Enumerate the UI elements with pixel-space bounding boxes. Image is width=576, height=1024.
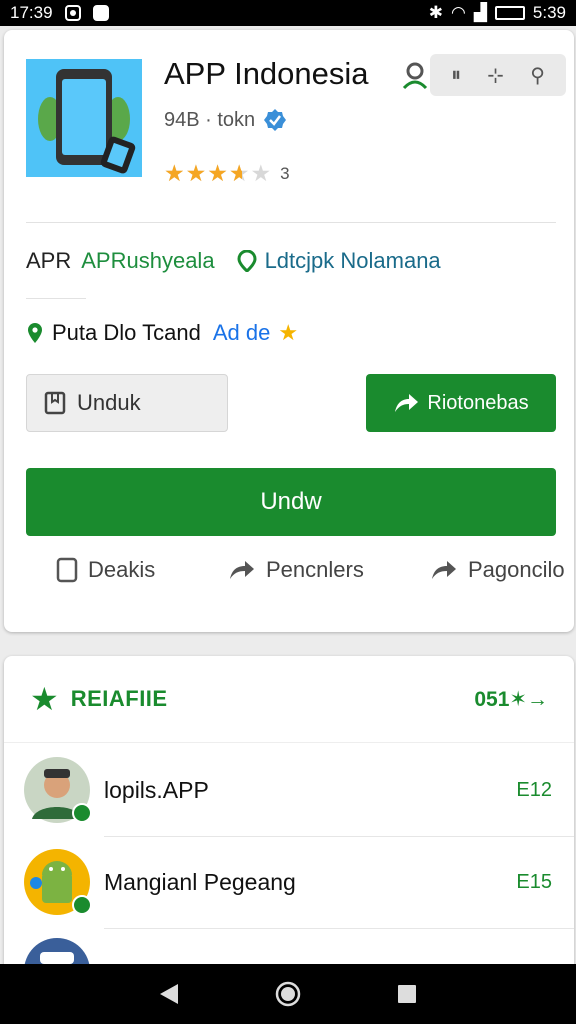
play-badge-icon [72,803,92,823]
publisher-text: Puta Dlo Tcand [52,320,201,345]
rating-stars: ★★★★★ ★★★★★ [164,160,273,186]
divider [26,222,556,223]
install-button[interactable]: Undw [26,468,556,536]
navigation-bar [0,964,576,1024]
related-title: REIAFIIE [70,686,168,711]
action-label: Pagoncilo [468,557,565,582]
notification-icon [64,5,81,21]
install-button-label: Undw [260,488,322,515]
action-wishlist[interactable]: Deakis [56,557,155,583]
action-share[interactable]: Pencnlers [228,557,364,583]
adjust-icon[interactable]: ⊹ [487,63,504,88]
share-button[interactable]: Riotonebas [366,374,556,432]
verified-icon [264,109,287,131]
share-icon [432,561,456,579]
developer-icon [402,62,428,90]
publisher-link[interactable]: Ad de [213,320,271,346]
toolbar-pill: ⏸ ⊹ ⚲ [430,54,566,96]
category-value[interactable]: APRushyeala [81,248,214,274]
location-pin-icon [237,250,257,272]
list-item-value: E12 [516,778,552,801]
rating: ★★★★★ ★★★★★ 3 [164,162,290,185]
list-item-name: lopils.APP [104,776,209,803]
info-line-category: APR APRushyeala Ldtcjpk Nolamana [26,248,441,274]
recents-icon[interactable] [396,983,418,1005]
star-icon: ★ [30,681,59,717]
avatar [24,757,92,823]
info-line-publisher: Puta Dlo Tcand Ad de ★ [26,320,298,346]
app-title: APP Indonesia [164,56,369,91]
location-text: Ldtcjpk Nolamana [264,248,441,273]
status-clock: 5:39 [532,3,566,22]
related-apps-card: ★ REIAFIIE 051✶→ lopils.APP E12 Mangianl… [4,656,574,976]
bookmark-icon [44,391,66,415]
user-search-icon[interactable]: ⚲ [530,63,545,88]
status-bar: 17:39 ✱ ◠ ▟ 5:39 [0,0,576,26]
star-icon: ★ [278,320,299,345]
app-icon[interactable] [26,59,142,177]
app-details-card: APP Indonesia ⏸ ⊹ ⚲ 94B · tokn ★★★★★ ★★★… [4,30,574,632]
image-notification-icon [92,5,109,21]
list-item-name: Mangianl Pegeang [104,868,296,895]
divider-short [26,298,86,299]
pause-icon[interactable]: ⏸ [451,64,461,87]
action-forward[interactable]: Pagoncilo [430,557,565,583]
bookmark-outline-icon [56,557,78,583]
play-badge-icon [72,895,92,915]
download-button-label: Unduk [77,390,141,415]
pin-icon [28,323,42,343]
see-more-count: 051 [474,687,510,711]
back-icon[interactable] [158,982,180,1006]
share-button-label: Riotonebas [427,391,529,414]
see-more-link[interactable]: 051✶→ [474,687,548,712]
location-link[interactable]: Ldtcjpk Nolamana [237,248,441,274]
divider [4,742,574,743]
rating-count: 3 [280,163,290,183]
signal-icon: ▟ [473,3,487,22]
wifi-icon: ◠ [450,3,466,22]
download-button[interactable]: Unduk [26,374,228,432]
action-label: Pencnlers [266,557,364,582]
arrow-right-icon: ✶→ [509,687,548,711]
list-item[interactable]: Mangianl Pegeang E15 [4,836,574,928]
home-icon[interactable] [275,981,301,1007]
app-meta-text: 94B · tokn [164,108,256,131]
category-label: APR [26,248,72,273]
list-item-value: E15 [516,870,552,893]
action-label: Deakis [88,557,156,582]
app-meta: 94B · tokn [164,108,287,132]
battery-icon [494,6,525,20]
avatar [24,849,92,915]
status-time: 17:39 [10,3,53,22]
bluetooth-icon: ✱ [428,3,443,22]
share-arrow-icon [395,394,419,412]
list-item[interactable]: lopils.APP E12 [4,744,574,836]
related-header: ★ REIAFIIE 051✶→ [4,656,574,742]
share-icon [230,561,254,579]
